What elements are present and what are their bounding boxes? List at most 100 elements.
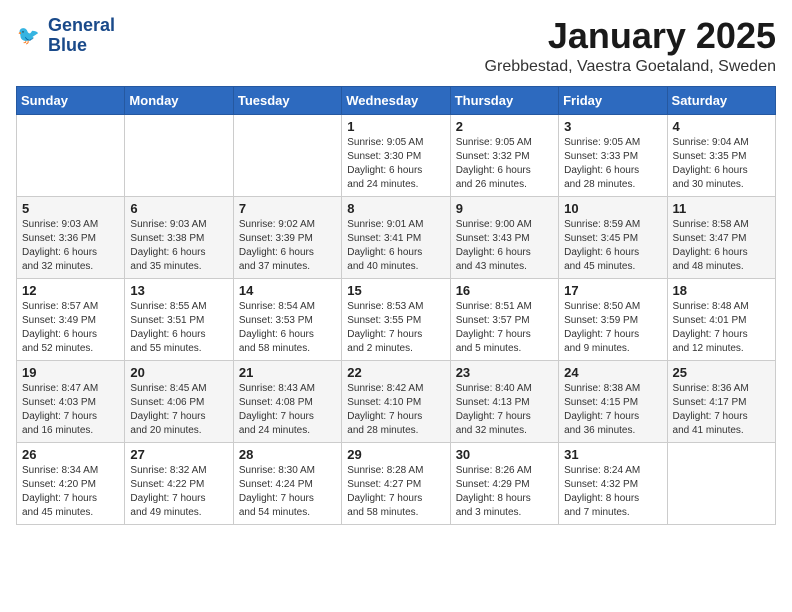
week-row-4: 19 Sunrise: 8:47 AM Sunset: 4:03 PM Dayli… (17, 360, 776, 442)
day-cell: 8 Sunrise: 9:01 AM Sunset: 3:41 PM Daylig… (342, 196, 450, 278)
day-info: Sunrise: 8:58 AM Sunset: 3:47 PM Dayligh… (673, 218, 770, 274)
day-number: 18 (673, 283, 770, 298)
day-number: 31 (564, 447, 661, 462)
day-info: Sunrise: 8:47 AM Sunset: 4:03 PM Dayligh… (22, 382, 119, 438)
day-number: 3 (564, 119, 661, 134)
day-info: Sunrise: 8:57 AM Sunset: 3:49 PM Dayligh… (22, 300, 119, 356)
day-info: Sunrise: 8:53 AM Sunset: 3:55 PM Dayligh… (347, 300, 444, 356)
day-number: 15 (347, 283, 444, 298)
day-number: 11 (673, 201, 770, 216)
day-cell (17, 114, 125, 196)
day-number: 2 (456, 119, 553, 134)
day-cell: 31Sunrise: 8:24 AM Sunset: 4:32 PM Dayli… (559, 442, 667, 524)
calendar: SundayMondayTuesdayWednesdayThursdayFrid… (16, 86, 776, 525)
weekday-header-wednesday: Wednesday (342, 86, 450, 114)
day-info: Sunrise: 8:32 AM Sunset: 4:22 PM Dayligh… (130, 464, 227, 520)
weekday-header-tuesday: Tuesday (233, 86, 341, 114)
day-number: 4 (673, 119, 770, 134)
day-number: 8 (347, 201, 444, 216)
day-cell: 26 Sunrise: 8:34 AM Sunset: 4:20 PM Dayli… (17, 442, 125, 524)
logo-text: General Blue (48, 16, 115, 56)
day-cell (125, 114, 233, 196)
day-number: 7 (239, 201, 336, 216)
day-number: 26 (22, 447, 119, 462)
weekday-header-sunday: Sunday (17, 86, 125, 114)
day-cell: 27 Sunrise: 8:32 AM Sunset: 4:22 PM Dayli… (125, 442, 233, 524)
day-cell: 1Sunrise: 9:05 AM Sunset: 3:30 PM Daylig… (342, 114, 450, 196)
day-cell: 23Sunrise: 8:40 AM Sunset: 4:13 PM Dayli… (450, 360, 558, 442)
day-number: 14 (239, 283, 336, 298)
day-info: Sunrise: 8:45 AM Sunset: 4:06 PM Dayligh… (130, 382, 227, 438)
title-block: January 2025 Grebbestad, Vaestra Goetala… (485, 16, 776, 76)
header: 🐦 General Blue January 2025 Grebbestad, … (16, 16, 776, 76)
weekday-header-friday: Friday (559, 86, 667, 114)
week-row-2: 5Sunrise: 9:03 AM Sunset: 3:36 PM Daylig… (17, 196, 776, 278)
week-row-1: 1Sunrise: 9:05 AM Sunset: 3:30 PM Daylig… (17, 114, 776, 196)
day-info: Sunrise: 8:59 AM Sunset: 3:45 PM Dayligh… (564, 218, 661, 274)
day-number: 6 (130, 201, 227, 216)
day-info: Sunrise: 8:28 AM Sunset: 4:27 PM Dayligh… (347, 464, 444, 520)
day-cell: 17 Sunrise: 8:50 AM Sunset: 3:59 PM Dayli… (559, 278, 667, 360)
day-cell: 19 Sunrise: 8:47 AM Sunset: 4:03 PM Dayli… (17, 360, 125, 442)
day-info: Sunrise: 9:00 AM Sunset: 3:43 PM Dayligh… (456, 218, 553, 274)
day-cell: 9 Sunrise: 9:00 AM Sunset: 3:43 PM Daylig… (450, 196, 558, 278)
day-number: 25 (673, 365, 770, 380)
day-cell: 14 Sunrise: 8:54 AM Sunset: 3:53 PM Dayli… (233, 278, 341, 360)
day-number: 20 (130, 365, 227, 380)
week-row-5: 26 Sunrise: 8:34 AM Sunset: 4:20 PM Dayli… (17, 442, 776, 524)
day-cell: 20 Sunrise: 8:45 AM Sunset: 4:06 PM Dayli… (125, 360, 233, 442)
day-info: Sunrise: 9:02 AM Sunset: 3:39 PM Dayligh… (239, 218, 336, 274)
day-info: Sunrise: 9:03 AM Sunset: 3:38 PM Dayligh… (130, 218, 227, 274)
week-row-3: 12Sunrise: 8:57 AM Sunset: 3:49 PM Dayli… (17, 278, 776, 360)
day-info: Sunrise: 9:05 AM Sunset: 3:30 PM Dayligh… (347, 136, 444, 192)
day-number: 17 (564, 283, 661, 298)
day-info: Sunrise: 8:54 AM Sunset: 3:53 PM Dayligh… (239, 300, 336, 356)
logo: 🐦 General Blue (16, 16, 115, 56)
day-info: Sunrise: 8:43 AM Sunset: 4:08 PM Dayligh… (239, 382, 336, 438)
weekday-header-monday: Monday (125, 86, 233, 114)
day-info: Sunrise: 8:51 AM Sunset: 3:57 PM Dayligh… (456, 300, 553, 356)
day-cell: 16 Sunrise: 8:51 AM Sunset: 3:57 PM Dayli… (450, 278, 558, 360)
weekday-header-row: SundayMondayTuesdayWednesdayThursdayFrid… (17, 86, 776, 114)
day-cell: 29 Sunrise: 8:28 AM Sunset: 4:27 PM Dayli… (342, 442, 450, 524)
day-number: 16 (456, 283, 553, 298)
logo-icon: 🐦 (16, 22, 44, 50)
day-cell: 12Sunrise: 8:57 AM Sunset: 3:49 PM Dayli… (17, 278, 125, 360)
weekday-header-saturday: Saturday (667, 86, 775, 114)
day-cell: 30Sunrise: 8:26 AM Sunset: 4:29 PM Dayli… (450, 442, 558, 524)
svg-text:🐦: 🐦 (17, 25, 40, 45)
day-cell: 11 Sunrise: 8:58 AM Sunset: 3:47 PM Dayli… (667, 196, 775, 278)
day-info: Sunrise: 8:50 AM Sunset: 3:59 PM Dayligh… (564, 300, 661, 356)
day-cell: 18 Sunrise: 8:48 AM Sunset: 4:01 PM Dayli… (667, 278, 775, 360)
day-cell: 7 Sunrise: 9:02 AM Sunset: 3:39 PM Daylig… (233, 196, 341, 278)
day-cell: 21 Sunrise: 8:43 AM Sunset: 4:08 PM Dayli… (233, 360, 341, 442)
day-info: Sunrise: 9:05 AM Sunset: 3:33 PM Dayligh… (564, 136, 661, 192)
day-number: 9 (456, 201, 553, 216)
day-cell: 25Sunrise: 8:36 AM Sunset: 4:17 PM Dayli… (667, 360, 775, 442)
day-info: Sunrise: 9:03 AM Sunset: 3:36 PM Dayligh… (22, 218, 119, 274)
day-cell: 15 Sunrise: 8:53 AM Sunset: 3:55 PM Dayli… (342, 278, 450, 360)
day-info: Sunrise: 8:48 AM Sunset: 4:01 PM Dayligh… (673, 300, 770, 356)
day-number: 22 (347, 365, 444, 380)
day-cell: 3 Sunrise: 9:05 AM Sunset: 3:33 PM Daylig… (559, 114, 667, 196)
weekday-header-thursday: Thursday (450, 86, 558, 114)
day-cell: 13Sunrise: 8:55 AM Sunset: 3:51 PM Dayli… (125, 278, 233, 360)
location-title: Grebbestad, Vaestra Goetaland, Sweden (485, 58, 776, 76)
day-info: Sunrise: 8:40 AM Sunset: 4:13 PM Dayligh… (456, 382, 553, 438)
day-number: 19 (22, 365, 119, 380)
day-number: 10 (564, 201, 661, 216)
day-info: Sunrise: 8:55 AM Sunset: 3:51 PM Dayligh… (130, 300, 227, 356)
day-cell (667, 442, 775, 524)
day-info: Sunrise: 9:01 AM Sunset: 3:41 PM Dayligh… (347, 218, 444, 274)
day-cell: 22Sunrise: 8:42 AM Sunset: 4:10 PM Dayli… (342, 360, 450, 442)
day-cell: 28Sunrise: 8:30 AM Sunset: 4:24 PM Dayli… (233, 442, 341, 524)
day-info: Sunrise: 8:38 AM Sunset: 4:15 PM Dayligh… (564, 382, 661, 438)
day-number: 27 (130, 447, 227, 462)
day-info: Sunrise: 8:26 AM Sunset: 4:29 PM Dayligh… (456, 464, 553, 520)
day-number: 21 (239, 365, 336, 380)
day-info: Sunrise: 8:34 AM Sunset: 4:20 PM Dayligh… (22, 464, 119, 520)
day-cell: 6 Sunrise: 9:03 AM Sunset: 3:38 PM Daylig… (125, 196, 233, 278)
month-title: January 2025 (485, 16, 776, 56)
day-number: 29 (347, 447, 444, 462)
day-info: Sunrise: 8:30 AM Sunset: 4:24 PM Dayligh… (239, 464, 336, 520)
